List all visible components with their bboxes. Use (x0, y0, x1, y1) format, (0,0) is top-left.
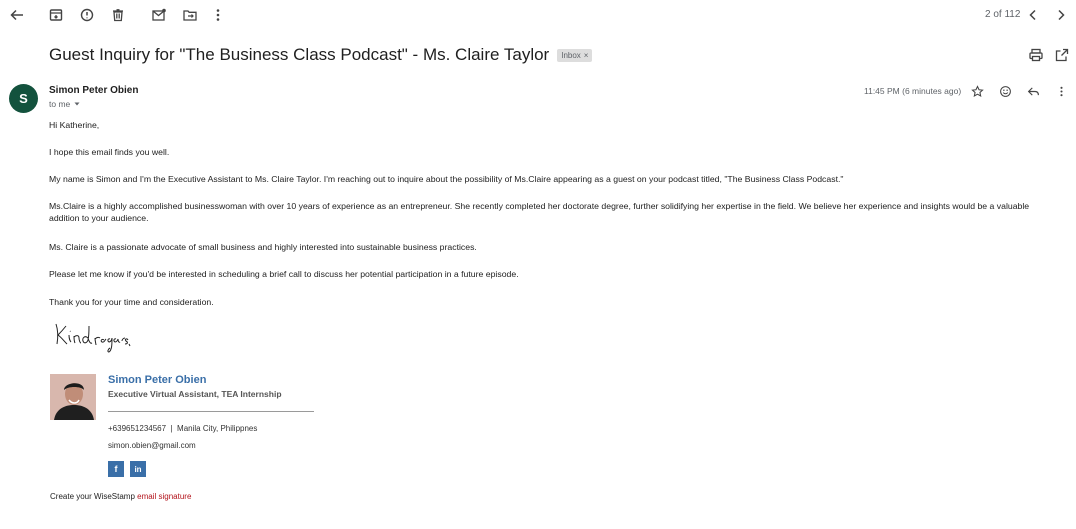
email-toolbar: 2 of 112 (0, 0, 1076, 30)
email-paragraph: Thank you for your time and consideratio… (49, 297, 214, 307)
email-timestamp: 11:45 PM (6 minutes ago) (864, 86, 962, 96)
inbox-label-chip[interactable]: Inbox × (557, 48, 593, 62)
sender-name[interactable]: Simon Peter Obien (49, 85, 138, 96)
reply-icon[interactable] (1024, 82, 1042, 100)
signature-name: Simon Peter Obien (108, 374, 207, 386)
facebook-icon[interactable]: f (108, 461, 124, 477)
email-greeting: Hi Katherine, (49, 120, 100, 130)
signature-email[interactable]: simon.obien@gmail.com (108, 441, 196, 450)
email-subject: Guest Inquiry for "The Business Class Po… (49, 45, 550, 64)
handwritten-kind-regards (55, 323, 131, 353)
wisestamp-footer: Create your WiseStamp email signature (50, 492, 191, 501)
inbox-label-text: Inbox (561, 50, 581, 60)
older-chevron-icon[interactable] (1050, 4, 1072, 26)
email-paragraph: Ms.Claire is a highly accomplished busin… (49, 201, 1030, 223)
email-paragraph: I hope this email finds you well. (49, 147, 170, 157)
open-new-window-icon[interactable] (1051, 44, 1073, 66)
sender-avatar[interactable]: S (9, 84, 38, 113)
newer-chevron-icon[interactable] (1022, 4, 1044, 26)
print-icon[interactable] (1025, 44, 1047, 66)
caret-down-icon (74, 102, 80, 106)
delete-icon[interactable] (107, 4, 129, 26)
message-more-icon[interactable] (1052, 82, 1070, 100)
recipient-label: to me (49, 99, 71, 109)
subject-row: Guest Inquiry for "The Business Class Po… (49, 43, 593, 67)
emoji-reaction-icon[interactable] (996, 82, 1014, 100)
linkedin-icon[interactable]: in (130, 461, 146, 477)
move-to-icon[interactable] (179, 4, 201, 26)
back-arrow-icon[interactable] (6, 4, 28, 26)
mark-unread-icon[interactable] (148, 4, 170, 26)
signature-divider (108, 411, 314, 412)
signature-title: Executive Virtual Assistant, TEA Interns… (108, 389, 282, 399)
signature-profile-photo (50, 374, 96, 420)
pagination-count: 2 of 112 (985, 9, 1021, 20)
wisestamp-text: Create your WiseStamp (50, 492, 138, 501)
report-spam-icon[interactable] (76, 4, 98, 26)
star-icon[interactable] (968, 82, 986, 100)
email-signature-link[interactable]: email signature (137, 492, 191, 501)
email-paragraph: Ms. Claire is a passionate advocate of s… (49, 242, 477, 252)
email-paragraph: Please let me know if you'd be intereste… (49, 269, 519, 279)
email-paragraph: My name is Simon and I'm the Executive A… (49, 174, 844, 184)
signature-phone-location: +639651234567 | Manila City, Philippnes (108, 424, 258, 433)
archive-icon[interactable] (45, 4, 67, 26)
more-vert-icon[interactable] (207, 4, 229, 26)
remove-label-icon[interactable]: × (584, 51, 589, 60)
recipient-details-toggle[interactable]: to me (49, 99, 81, 109)
